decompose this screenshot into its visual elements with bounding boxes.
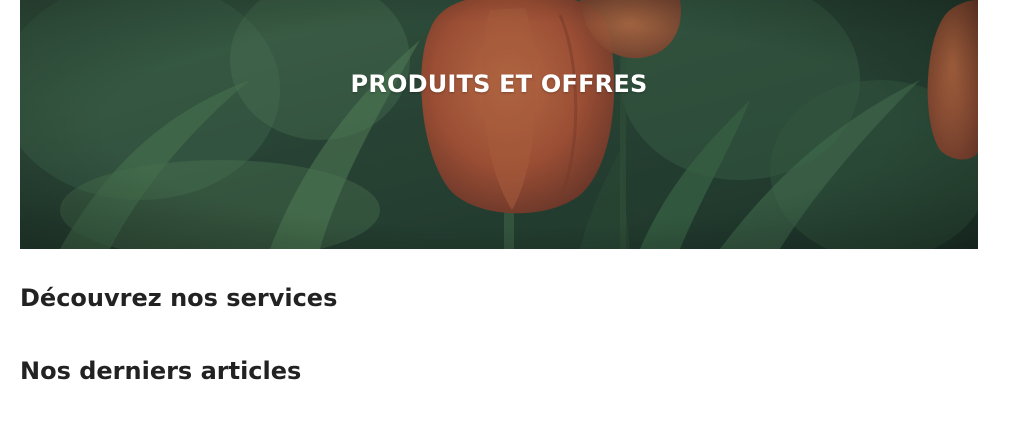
services-heading: Découvrez nos services — [20, 284, 338, 312]
banner-title: PRODUITS ET OFFRES — [350, 70, 648, 98]
articles-heading: Nos derniers articles — [20, 357, 302, 385]
tulip-photo — [20, 0, 978, 249]
hero-banner: PRODUITS ET OFFRES — [20, 0, 978, 249]
page: PRODUITS ET OFFRES Découvrez nos service… — [0, 0, 1020, 428]
